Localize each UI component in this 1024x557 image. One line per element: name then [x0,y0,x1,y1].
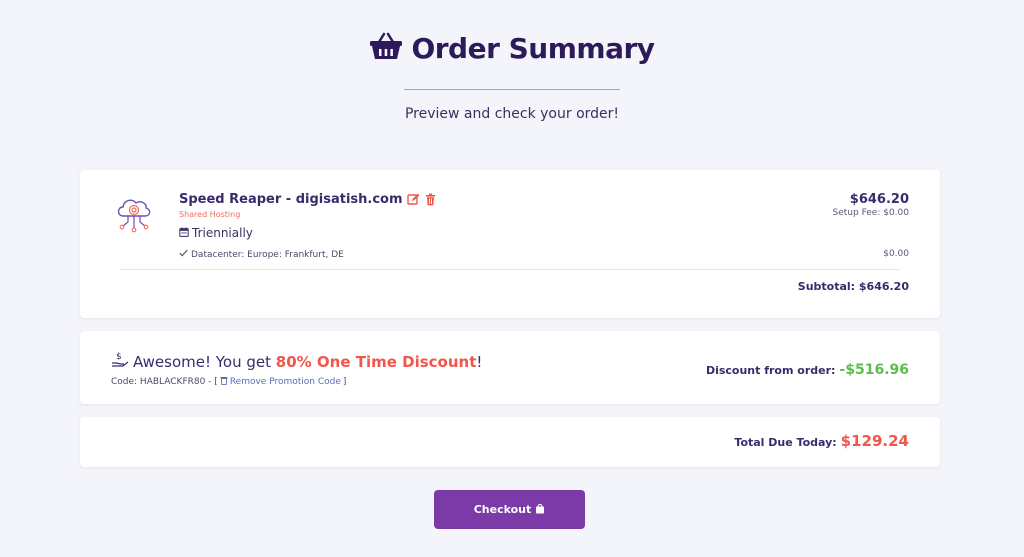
checkout-button[interactable]: Checkout [434,490,585,529]
check-icon [179,249,188,260]
promo-code-text: Code: HABLACKFR80 - [ [111,377,218,387]
cloud-hosting-icon [114,192,154,234]
datacenter-row: Datacenter: Europe: Frankfurt, DE [179,249,344,260]
total-due-amount: $129.24 [840,432,909,450]
promo-headline-prefix: Awesome! You get [133,352,276,371]
edit-icon[interactable] [406,193,420,206]
discount-row: Discount from order: -$516.96 [706,362,909,378]
remove-promo-label: Remove Promotion Code [229,377,341,387]
product-price: $646.20 [849,192,909,207]
discount-label: Discount from order: [705,364,836,377]
product-name-row: Speed Reaper - digisatish.com [179,192,437,207]
page-subtitle: Preview and check your order! [404,106,620,122]
svg-text:$: $ [116,352,122,362]
datacenter-label: Datacenter: Europe: Frankfurt, DE [191,249,344,260]
total-card: Total Due Today: $129.24 [80,417,940,467]
total-due-label: Total Due Today: [734,436,837,449]
discount-amount: -$516.96 [839,362,909,378]
promo-discount-highlight: 80% One Time Discount [275,352,477,371]
promo-code-row: Code: HABLACKFR80 - [ Remove Promotion C… [111,376,346,388]
product-card: Speed Reaper - digisatish.com Shared Hos… [80,170,940,318]
money-hand-icon: $ [111,351,129,372]
promo-card: $ Awesome! You get 80% One Time Discount… [80,331,940,404]
subtotal: Subtotal: $646.20 [797,280,909,293]
promo-code-close: ] [342,377,347,387]
calendar-icon [179,226,189,240]
title-row: Order Summary [0,30,1024,66]
shopping-bag-icon [535,503,545,517]
setup-fee: Setup Fee: $0.00 [832,208,909,218]
product-name: Speed Reaper - digisatish.com [179,192,403,207]
title-divider [404,89,620,90]
product-group: Shared Hosting [179,210,241,219]
remove-promo-link[interactable]: Remove Promotion Code [220,376,341,388]
billing-cycle-row: Triennially [179,226,253,240]
page-header: Order Summary Preview and check your ord… [0,30,1024,122]
total-due-row: Total Due Today: $129.24 [734,432,909,450]
trash-icon[interactable] [424,193,437,206]
divider [120,269,900,270]
promo-headline: $ Awesome! You get 80% One Time Discount… [111,351,482,372]
promo-headline-suffix: ! [476,352,483,371]
billing-cycle: Triennially [192,226,253,240]
basket-icon [369,32,403,64]
trash-icon [220,376,228,388]
checkout-label: Checkout [473,503,532,516]
datacenter-price: $0.00 [883,249,909,259]
page-title: Order Summary [411,31,655,65]
